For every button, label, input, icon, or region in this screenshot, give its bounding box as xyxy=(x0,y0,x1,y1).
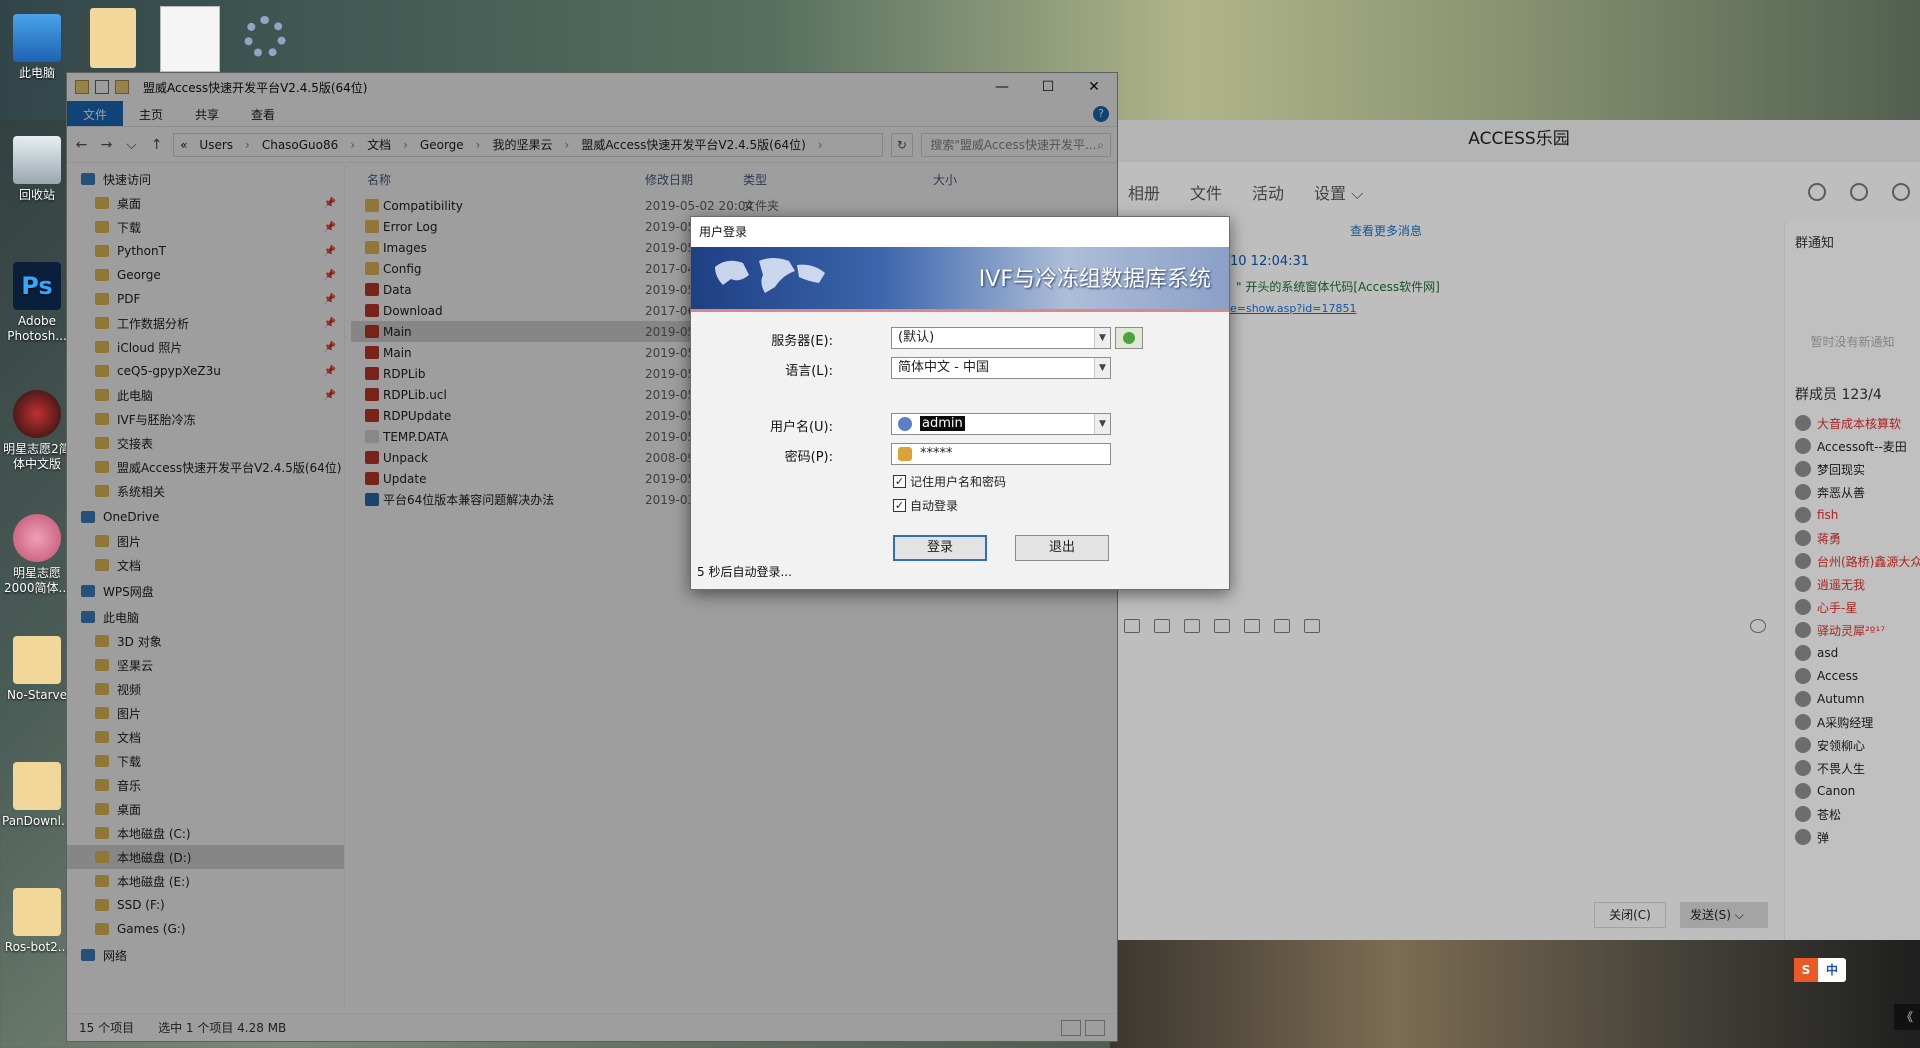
folder-icon xyxy=(13,888,61,936)
ime-indicator[interactable]: S 中 xyxy=(1794,958,1846,982)
username-input[interactable]: admin ▼ xyxy=(891,413,1111,435)
chevron-down-icon[interactable]: ▼ xyxy=(1094,358,1110,378)
tray-expand-button[interactable]: 《 xyxy=(1894,1004,1920,1030)
photoshop-icon: Ps xyxy=(13,262,61,310)
language-select[interactable]: 简体中文 - 中国 ▼ xyxy=(891,357,1111,379)
modal-overlay xyxy=(1118,120,1920,940)
folder-icon xyxy=(13,762,61,810)
chevron-down-icon[interactable]: ▼ xyxy=(1094,414,1110,434)
server-select[interactable]: (默认) ▼ xyxy=(891,327,1111,349)
game-icon xyxy=(13,514,61,562)
desktop-icon-document-top[interactable] xyxy=(160,6,220,72)
sogou-icon: S xyxy=(1794,958,1818,982)
desktop-icon-pandownload[interactable]: PanDownl... xyxy=(2,762,72,829)
remember-checkbox[interactable]: ✓ 记住用户名和密码 xyxy=(893,473,1006,490)
login-dialog: 用户登录 IVF与冷冻组数据库系统 服务器(E): (默认) ▼ 语言(L): … xyxy=(690,216,1230,590)
checkbox-checked[interactable]: ✓ xyxy=(893,499,906,512)
dialog-banner: IVF与冷冻组数据库系统 xyxy=(691,247,1229,309)
wallpaper-bottom xyxy=(1110,940,1920,1048)
login-button[interactable]: 登录 xyxy=(893,535,987,561)
desktop-icon-game-2[interactable]: 明星志愿2000简体... xyxy=(2,514,72,596)
banner-divider xyxy=(691,309,1229,312)
desktop-icon-this-pc[interactable]: 此电脑 xyxy=(2,14,72,81)
desktop-icon-recycle-bin[interactable]: 回收站 xyxy=(2,136,72,203)
password-input[interactable]: ***** xyxy=(891,443,1111,465)
desktop-icon-ros-bot[interactable]: Ros-bot2... xyxy=(2,888,72,955)
checkbox-checked[interactable]: ✓ xyxy=(893,475,906,488)
gear-icon[interactable] xyxy=(244,16,286,58)
auto-login-countdown: 5 秒后自动登录... xyxy=(697,565,792,579)
folder-icon xyxy=(13,636,61,684)
chat-window: ACCESS乐园 相册 文件 活动 设置 ⌵ 查看更多消息 10 12:04:3… xyxy=(1118,120,1920,940)
dialog-title: 用户登录 xyxy=(691,217,1229,247)
game-icon xyxy=(13,390,61,438)
exit-button[interactable]: 退出 xyxy=(1015,535,1109,561)
desktop-icon-folder-top[interactable] xyxy=(90,8,136,68)
desktop-icon-photoshop[interactable]: Ps Adobe Photosh... xyxy=(2,262,72,344)
lock-icon xyxy=(898,447,912,461)
computer-icon xyxy=(13,14,61,62)
desktop-icon-game-1[interactable]: 明星志愿2简体中文版 xyxy=(2,390,72,472)
add-server-button[interactable] xyxy=(1115,327,1143,349)
recycle-bin-icon xyxy=(13,136,61,184)
world-map-icon xyxy=(715,258,825,293)
banner-title: IVF与冷冻组数据库系统 xyxy=(978,267,1211,292)
password-label: 密码(P): xyxy=(784,450,833,465)
desktop-icon-no-starve[interactable]: No-Starve xyxy=(2,636,72,703)
username-label: 用户名(U): xyxy=(769,420,833,435)
server-label: 服务器(E): xyxy=(771,334,833,349)
user-icon xyxy=(898,417,912,431)
chevron-down-icon[interactable]: ▼ xyxy=(1094,328,1110,348)
ime-mode: 中 xyxy=(1825,963,1838,977)
autologin-checkbox[interactable]: ✓ 自动登录 xyxy=(893,497,958,514)
language-label: 语言(L): xyxy=(785,364,833,379)
